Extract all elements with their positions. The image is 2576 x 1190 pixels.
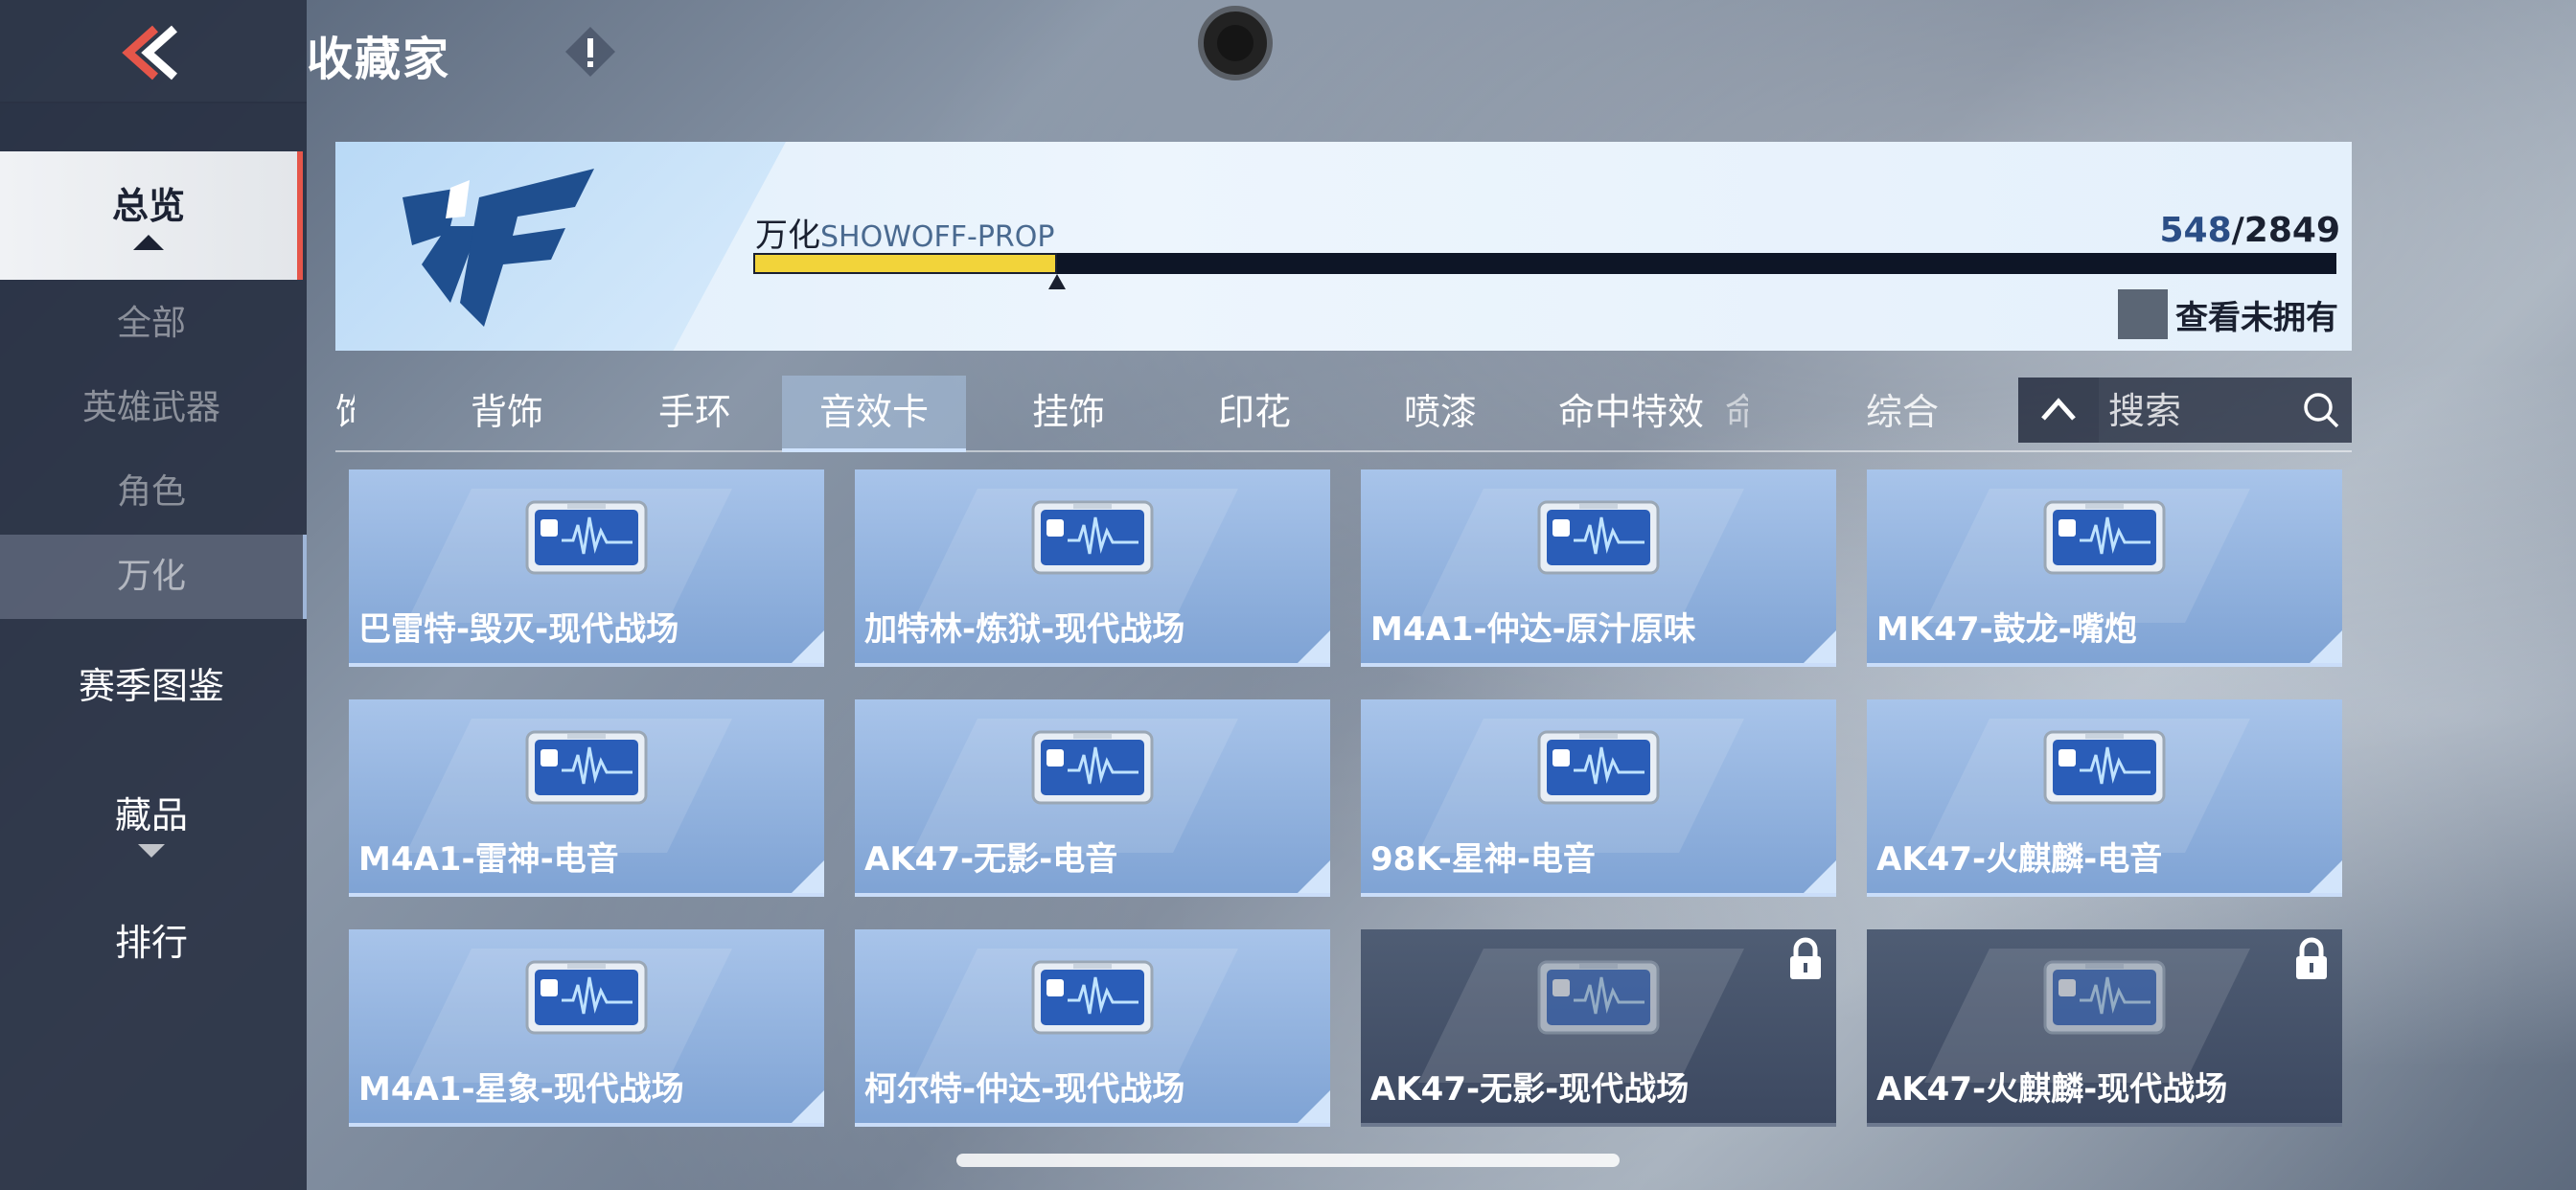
sound-card-item[interactable]: MK47-鼓龙-嘴炮 <box>1867 469 2342 667</box>
collection-banner: 万化SHOWOFF-PROP 548/2849 查看未拥有 <box>335 142 2352 351</box>
card-label: 巴雷特-毁灭-现代战场 <box>358 610 679 649</box>
progress-fill <box>753 253 1057 274</box>
card-label: M4A1-雷神-电音 <box>358 840 619 879</box>
sound-card-icon <box>525 960 648 1035</box>
sound-card-item[interactable]: AK47-火麒麟-电音 <box>1867 699 2342 897</box>
collapse-button[interactable] <box>2018 378 2099 443</box>
sound-card-icon <box>1537 500 1660 575</box>
card-corner-decoration <box>1298 630 1330 663</box>
sound-card-item[interactable]: 加特林-炼狱-现代战场 <box>855 469 1330 667</box>
page-title: 收藏家 <box>307 33 451 86</box>
sound-card-item[interactable]: 98K-星神-电音 <box>1361 699 1836 897</box>
tab-bracelet[interactable]: 手环 <box>632 376 757 448</box>
cf-logo-icon <box>402 169 594 327</box>
sound-card-item[interactable]: AK47-无影-现代战场 <box>1361 929 1836 1127</box>
tab-partial-left[interactable]: 饰 <box>335 376 355 448</box>
progress-marker-icon <box>1048 274 1066 289</box>
exclamation-icon <box>565 27 615 77</box>
card-label: 柯尔特-仲达-现代战场 <box>864 1070 1185 1109</box>
unowned-checkbox[interactable] <box>2118 289 2168 339</box>
card-corner-decoration <box>2310 630 2342 663</box>
tab-back-accessory[interactable]: 背饰 <box>445 376 569 448</box>
sidebar-item-label: 总览 <box>111 185 185 227</box>
card-corner-decoration <box>792 1090 824 1123</box>
card-label: 98K-星神-电音 <box>1370 840 1596 879</box>
collection-count: 548/2849 <box>2160 211 2341 250</box>
camera-dot <box>1198 6 1273 80</box>
card-corner-decoration <box>792 630 824 663</box>
chevron-up-icon <box>2041 398 2076 421</box>
tab-decal[interactable]: 印花 <box>1192 376 1317 448</box>
back-button[interactable] <box>111 23 188 82</box>
card-corner-decoration <box>792 860 824 893</box>
sidebar-item-collection[interactable]: 藏品 <box>0 786 303 872</box>
tab-spray[interactable]: 喷漆 <box>1378 376 1503 448</box>
sidebar-sub-hero-weapons[interactable]: 英雄武器 <box>0 379 303 437</box>
home-indicator[interactable] <box>956 1154 1620 1167</box>
card-label: M4A1-仲达-原汁原味 <box>1370 610 1696 649</box>
card-label: 加特林-炼狱-现代战场 <box>864 610 1185 649</box>
search-input[interactable] <box>2106 378 2292 445</box>
sound-card-icon <box>1031 960 1154 1035</box>
banner-category-label: 万化SHOWOFF-PROP <box>755 209 1054 256</box>
lock-icon <box>2296 937 2327 979</box>
sort-button[interactable]: 综合 <box>1840 376 1965 448</box>
lock-icon <box>1790 937 1821 979</box>
tab-hit-effect[interactable]: 命中特效 <box>1535 376 1727 448</box>
card-corner-decoration <box>1804 860 1836 893</box>
double-chevron-left-icon <box>122 25 177 80</box>
search-icon[interactable] <box>2302 391 2340 429</box>
sidebar-item-season-codex[interactable]: 赛季图鉴 <box>0 657 303 715</box>
sound-card-item[interactable]: M4A1-仲达-原汁原味 <box>1361 469 1836 667</box>
search-box <box>2099 378 2352 445</box>
sound-card-item[interactable]: M4A1-星象-现代战场 <box>349 929 824 1127</box>
card-corner-decoration <box>1804 630 1836 663</box>
sound-card-item[interactable]: 柯尔特-仲达-现代战场 <box>855 929 1330 1127</box>
sound-card-item[interactable]: 巴雷特-毁灭-现代战场 <box>349 469 824 667</box>
sound-card-icon <box>2043 730 2166 805</box>
top-bar: 收藏家 <box>0 0 2576 105</box>
sidebar: 总览 全部 英雄武器 角色 万化 赛季图鉴 藏品 排行 <box>0 102 307 1190</box>
unowned-toggle-label: 查看未拥有 <box>2175 298 2338 337</box>
card-corner-decoration <box>1298 1090 1330 1123</box>
sound-card-item[interactable]: M4A1-雷神-电音 <box>349 699 824 897</box>
sidebar-item-ranking[interactable]: 排行 <box>0 914 303 972</box>
caret-down-icon <box>138 844 165 858</box>
sound-card-icon <box>525 730 648 805</box>
sound-card-icon <box>1031 730 1154 805</box>
sidebar-item-label: 藏品 <box>114 794 188 836</box>
caret-up-icon <box>133 235 164 250</box>
card-label: MK47-鼓龙-嘴炮 <box>1876 610 2137 649</box>
sidebar-sub-all[interactable]: 全部 <box>0 295 303 353</box>
sidebar-sub-character[interactable]: 角色 <box>0 464 303 521</box>
owned-count: 548 <box>2159 211 2232 250</box>
sound-card-item[interactable]: AK47-火麒麟-现代战场 <box>1867 929 2342 1127</box>
category-tabs: 饰 背饰 手环 音效卡 挂饰 印花 喷漆 命中特效 命 综合 <box>335 376 2352 452</box>
card-label: AK47-火麒麟-现代战场 <box>1876 1070 2228 1109</box>
sound-card-icon <box>2043 500 2166 575</box>
tab-partial-right[interactable]: 命 <box>1725 376 1748 448</box>
tab-pendant[interactable]: 挂饰 <box>1006 376 1131 448</box>
sound-card-icon <box>1537 960 1660 1035</box>
banner-label-en: SHOWOFF-PROP <box>820 220 1055 254</box>
sound-card-icon <box>1031 500 1154 575</box>
sidebar-item-overview[interactable]: 总览 <box>0 151 303 280</box>
banner-label-cn: 万化 <box>755 217 820 255</box>
sidebar-sub-wanhua[interactable]: 万化 <box>0 535 307 619</box>
card-label: AK47-火麒麟-电音 <box>1876 840 2163 879</box>
sound-card-icon <box>1537 730 1660 805</box>
total-count: /2849 <box>2231 211 2340 250</box>
show-unowned-toggle[interactable]: 查看未拥有 <box>2118 289 2338 339</box>
info-button[interactable] <box>564 25 617 79</box>
sound-card-icon <box>525 500 648 575</box>
card-corner-decoration <box>1298 860 1330 893</box>
sound-card-icon <box>2043 960 2166 1035</box>
card-corner-decoration <box>2310 860 2342 893</box>
tab-sound-card[interactable]: 音效卡 <box>782 376 966 452</box>
card-label: M4A1-星象-现代战场 <box>358 1070 684 1109</box>
card-label: AK47-无影-电音 <box>864 840 1118 879</box>
card-label: AK47-无影-现代战场 <box>1370 1070 1690 1109</box>
sound-card-item[interactable]: AK47-无影-电音 <box>855 699 1330 897</box>
